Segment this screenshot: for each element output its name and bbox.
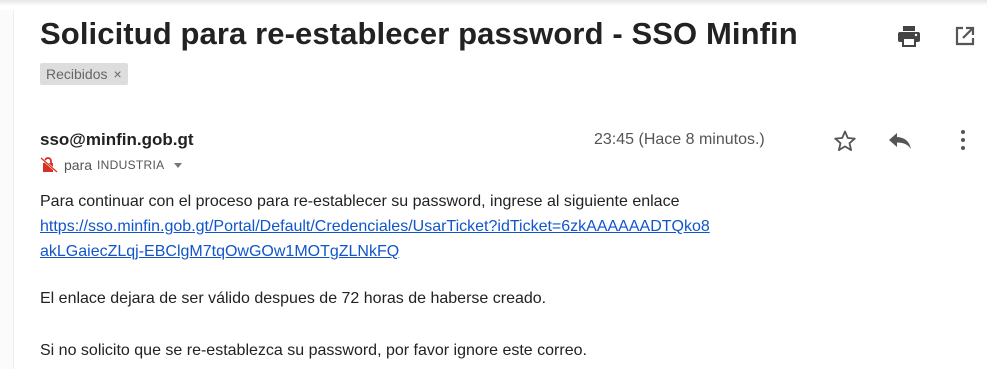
label-chip-text: Recibidos	[46, 66, 108, 82]
recipient-prefix: para	[64, 157, 93, 173]
recipient-row: para INDUSTRIA	[40, 157, 183, 173]
reset-link-part-2[interactable]: akLGaiecZLqj-EBClgM7tqOwGOw1MOTgZLNkFQ	[40, 243, 399, 261]
no-encryption-icon[interactable]	[40, 157, 58, 173]
left-edge	[0, 10, 14, 369]
more-options-button[interactable]	[956, 126, 970, 154]
email-subject: Solicitud para re-establecer password - …	[40, 16, 798, 51]
print-icon	[898, 26, 920, 47]
message-line-2: El enlace dejara de ser válido despues d…	[40, 290, 547, 307]
message-line-1: Para continuar con el proceso para re-es…	[40, 193, 680, 210]
label-chip-recibidos[interactable]: Recibidos ×	[40, 63, 128, 85]
star-icon	[834, 130, 856, 151]
show-details-chevron-down-icon[interactable]	[174, 162, 183, 168]
recipient-name: INDUSTRIA	[97, 158, 165, 172]
top-shadow	[0, 0, 987, 6]
sender-email[interactable]: sso@minfin.gob.gt	[40, 130, 194, 150]
print-button[interactable]	[896, 24, 922, 48]
reply-button[interactable]	[886, 130, 914, 152]
email-timestamp: 23:45 (Hace 8 minutos.)	[594, 131, 765, 148]
reset-link-part-1[interactable]: https://sso.minfin.gob.gt/Portal/Default…	[40, 218, 710, 236]
open-in-new-window-button[interactable]	[953, 24, 977, 48]
more-vertical-icon	[961, 130, 965, 150]
message-line-3: Si no solicito que se re-establezca su p…	[40, 342, 587, 359]
open-in-new-window-icon	[955, 26, 975, 46]
star-button[interactable]	[832, 128, 858, 154]
remove-label-icon[interactable]: ×	[113, 63, 121, 85]
reply-icon	[889, 133, 911, 149]
